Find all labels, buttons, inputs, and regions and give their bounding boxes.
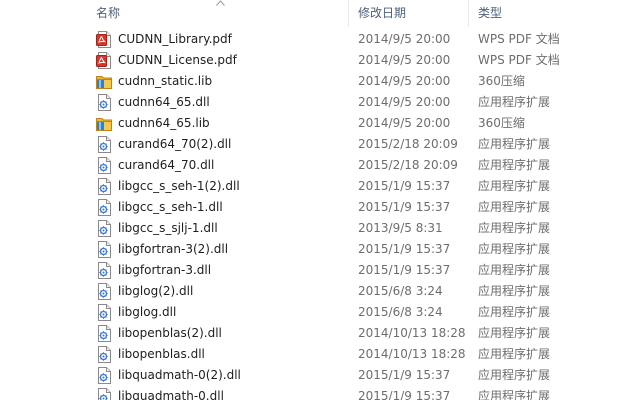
file-date-modified: 2015/1/9 15:37 [358,368,451,382]
file-row[interactable]: cudnn64_65.lib 2014/9/5 20:00 360压缩 [86,113,640,134]
file-date-modified: 2015/1/9 15:37 [358,389,451,400]
column-header-type[interactable]: 类型 [468,0,640,27]
file-name: libgcc_s_seh-1.dll [118,200,223,214]
pdf-icon [96,52,112,69]
file-name: libopenblas.dll [118,347,205,361]
file-row[interactable]: libgfortran-3.dll 2015/1/9 15:37 应用程序扩展 [86,260,640,281]
file-date-modified: 2015/6/8 3:24 [358,284,443,298]
file-row[interactable]: libquadmath-0.dll 2015/1/9 15:37 应用程序扩展 [86,386,640,400]
file-type: 应用程序扩展 [478,263,551,277]
file-date-modified: 2014/9/5 20:00 [358,74,451,88]
file-type: 应用程序扩展 [478,179,551,193]
dll-icon [96,220,112,237]
dll-icon [96,136,112,153]
file-row[interactable]: libglog(2).dll 2015/6/8 3:24 应用程序扩展 [86,281,640,302]
file-name: curand64_70(2).dll [118,137,232,151]
file-type: 应用程序扩展 [478,95,551,109]
file-row[interactable]: libopenblas.dll 2014/10/13 18:28 应用程序扩展 [86,344,640,365]
dll-icon [96,367,112,384]
dll-icon [96,262,112,279]
file-type: 应用程序扩展 [478,158,551,172]
file-explorer-details-view: 名称 修改日期 类型 CUDNN_Library.pdf 2014/9/5 20:… [0,0,640,400]
file-row[interactable]: libgcc_s_seh-1(2).dll 2015/1/9 15:37 应用程序扩… [86,176,640,197]
file-type: 应用程序扩展 [478,368,551,382]
dll-icon [96,325,112,342]
column-header-date-modified[interactable]: 修改日期 [348,0,468,27]
archive-icon [96,115,112,132]
file-date-modified: 2014/9/5 20:00 [358,95,451,109]
file-type: 应用程序扩展 [478,389,551,400]
pdf-icon [96,31,112,48]
archive-icon [96,73,112,90]
file-type: WPS PDF 文档 [478,53,560,67]
file-date-modified: 2014/9/5 20:00 [358,116,451,130]
file-name: libglog.dll [118,305,177,319]
file-name: libglog(2).dll [118,284,194,298]
file-date-modified: 2014/9/5 20:00 [358,32,451,46]
dll-icon [96,94,112,111]
dll-icon [96,199,112,216]
file-date-modified: 2014/10/13 18:28 [358,347,466,361]
dll-icon [96,304,112,321]
file-name: libquadmath-0.dll [118,389,224,400]
file-row[interactable]: curand64_70(2).dll 2015/2/18 20:09 应用程序扩展 [86,134,640,155]
dll-icon [96,388,112,400]
file-type: 应用程序扩展 [478,347,551,361]
file-name: CUDNN_Library.pdf [118,32,232,46]
file-date-modified: 2015/1/9 15:37 [358,179,451,193]
file-name: cudnn_static.lib [118,74,213,88]
file-type: 360压缩 [478,74,525,88]
file-name: libgfortran-3(2).dll [118,242,229,256]
dll-icon [96,157,112,174]
file-row[interactable]: CUDNN_License.pdf 2014/9/5 20:00 WPS PDF 文… [86,50,640,71]
file-date-modified: 2015/6/8 3:24 [358,305,443,319]
file-type: 应用程序扩展 [478,284,551,298]
file-date-modified: 2015/1/9 15:37 [358,263,451,277]
file-row[interactable]: libgcc_s_sjlj-1.dll 2013/9/5 8:31 应用程序扩展 [86,218,640,239]
file-name: libquadmath-0(2).dll [118,368,241,382]
dll-icon [96,241,112,258]
file-date-modified: 2013/9/5 8:31 [358,221,443,235]
dll-icon [96,346,112,363]
file-name: libopenblas(2).dll [118,326,222,340]
sort-ascending-icon [216,0,225,6]
file-row[interactable]: libopenblas(2).dll 2014/10/13 18:28 应用程序扩展 [86,323,640,344]
file-type: 应用程序扩展 [478,137,551,151]
file-date-modified: 2014/10/13 18:28 [358,326,466,340]
file-type: WPS PDF 文档 [478,32,560,46]
file-type: 应用程序扩展 [478,221,551,235]
file-row[interactable]: libgfortran-3(2).dll 2015/1/9 15:37 应用程序扩展 [86,239,640,260]
column-header-row: 名称 修改日期 类型 [0,0,640,27]
file-date-modified: 2014/9/5 20:00 [358,53,451,67]
file-date-modified: 2015/1/9 15:37 [358,200,451,214]
file-name: libgcc_s_seh-1(2).dll [118,179,240,193]
file-name: libgcc_s_sjlj-1.dll [118,221,218,235]
file-name: CUDNN_License.pdf [118,53,237,67]
file-row[interactable]: cudnn64_65.dll 2014/9/5 20:00 应用程序扩展 [86,92,640,113]
file-name: cudnn64_65.dll [118,95,210,109]
file-type: 应用程序扩展 [478,326,551,340]
file-name: curand64_70.dll [118,158,215,172]
file-type: 360压缩 [478,116,525,130]
file-row[interactable]: curand64_70.dll 2015/2/18 20:09 应用程序扩展 [86,155,640,176]
file-date-modified: 2015/2/18 20:09 [358,137,458,151]
dll-icon [96,283,112,300]
file-row[interactable]: cudnn_static.lib 2014/9/5 20:00 360压缩 [86,71,640,92]
file-row[interactable]: libgcc_s_seh-1.dll 2015/1/9 15:37 应用程序扩展 [86,197,640,218]
file-name: libgfortran-3.dll [118,263,212,277]
file-type: 应用程序扩展 [478,305,551,319]
file-row[interactable]: CUDNN_Library.pdf 2014/9/5 20:00 WPS PDF 文… [86,29,640,50]
file-row[interactable]: libquadmath-0(2).dll 2015/1/9 15:37 应用程序扩展 [86,365,640,386]
file-date-modified: 2015/1/9 15:37 [358,242,451,256]
file-row[interactable]: libglog.dll 2015/6/8 3:24 应用程序扩展 [86,302,640,323]
file-date-modified: 2015/2/18 20:09 [358,158,458,172]
file-type: 应用程序扩展 [478,242,551,256]
file-type: 应用程序扩展 [478,200,551,214]
dll-icon [96,178,112,195]
file-name: cudnn64_65.lib [118,116,210,130]
